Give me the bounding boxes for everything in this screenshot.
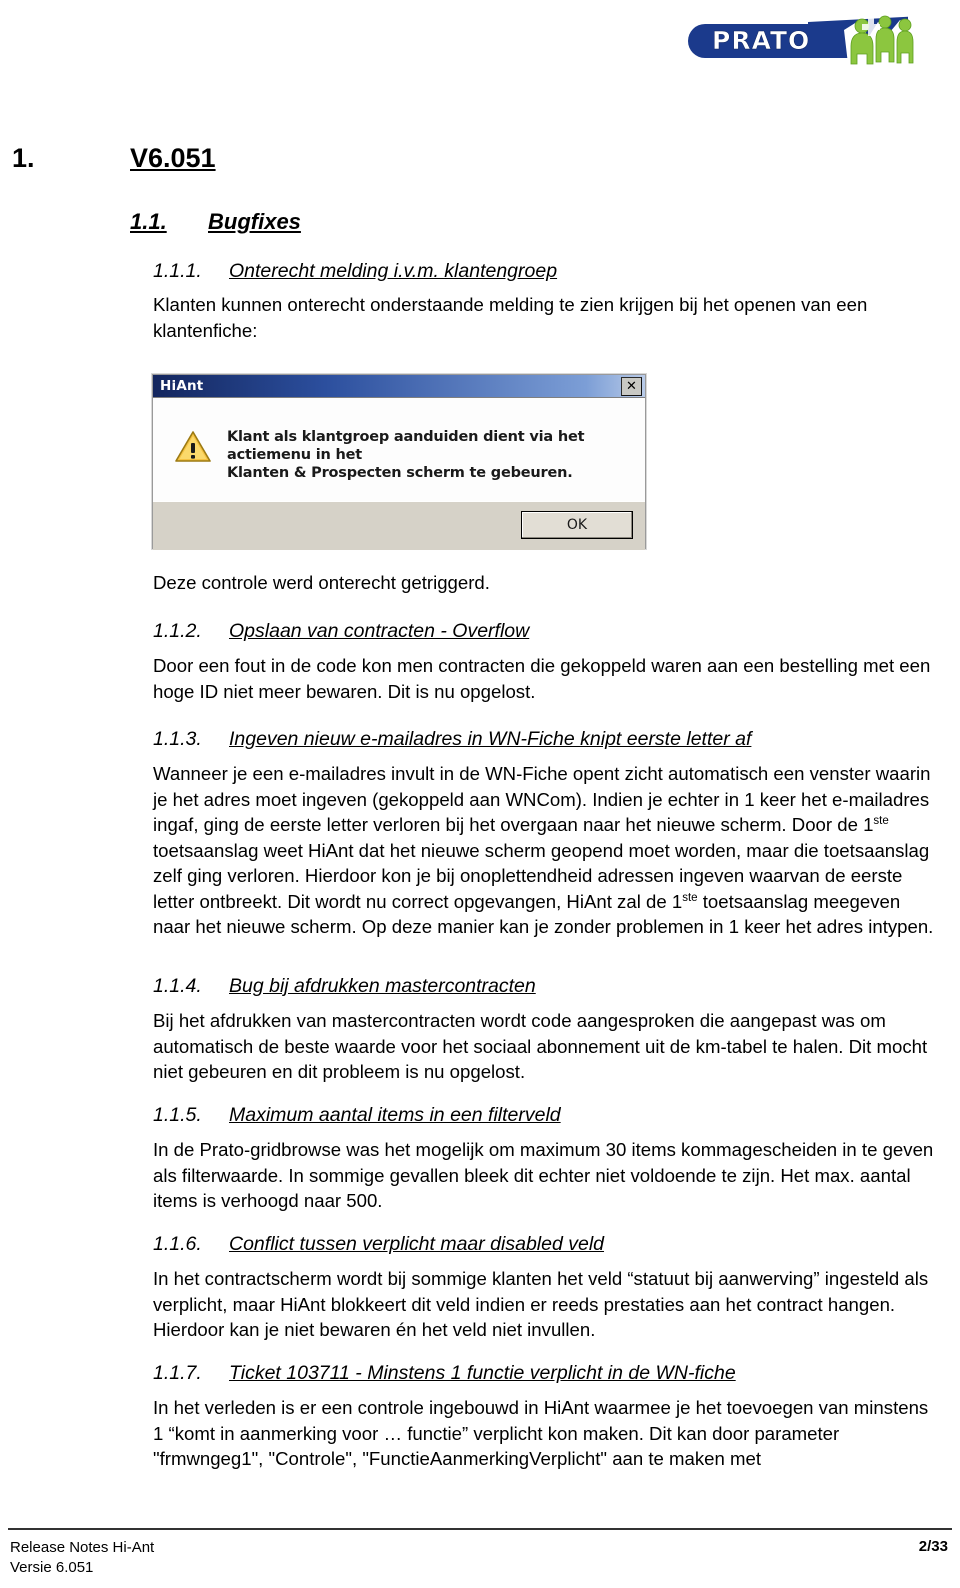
footer-line2: Versie 6.051 xyxy=(10,1559,94,1576)
section-1-1-2-body: Door een fout in de code kon men contrac… xyxy=(153,655,931,702)
logo-wordmark: PRATO xyxy=(712,26,811,56)
section-1-1-4-body: Bij het afdrukken van mastercontracten w… xyxy=(153,1010,928,1082)
dialog-message: Klant als klantgroep aanduiden dient via… xyxy=(227,428,645,482)
heading-section-1-1-4: 1.1.4. Bug bij afdrukken mastercontracten xyxy=(153,975,536,998)
dialog-message-line1: Klant als klantgroep aanduiden dient via… xyxy=(227,429,585,463)
dialog-footer: OK xyxy=(153,501,645,550)
dialog-titlebar: HiAnt ✕ xyxy=(153,375,645,398)
ok-button[interactable]: OK xyxy=(521,511,633,539)
section-1-1-1-body-after: Deze controle werd onterecht getriggerd. xyxy=(153,572,490,593)
heading-level1: 1. V6.051 xyxy=(12,143,216,174)
section-title: Ingeven nieuw e-mailadres in WN-Fiche kn… xyxy=(229,728,752,750)
section-number: 1.1.4. xyxy=(153,975,202,997)
dialog-title: HiAnt xyxy=(160,378,204,394)
heading2-number: 1.1. xyxy=(130,209,167,234)
section-number: 1.1.7. xyxy=(153,1362,202,1384)
superscript-ste-1: ste xyxy=(873,814,889,827)
heading-section-1-1-3: 1.1.3. Ingeven nieuw e-mailadres in WN-Fi… xyxy=(153,728,751,751)
heading-level2: 1.1. Bugfixes xyxy=(130,209,301,235)
section-number: 1.1.3. xyxy=(153,728,202,750)
section-title: Bug bij afdrukken mastercontracten xyxy=(229,975,536,997)
section-title: Conflict tussen verplicht maar disabled … xyxy=(229,1233,605,1255)
prato-logo: PRATO xyxy=(688,10,920,80)
section-1-1-3-body-part1: Wanneer je een e-mailadres invult in de … xyxy=(153,763,931,835)
footer-line1: Release Notes Hi-Ant xyxy=(10,1539,155,1556)
close-icon[interactable]: ✕ xyxy=(621,377,642,396)
section-1-1-5-body: In de Prato-gridbrowse was het mogelijk … xyxy=(153,1139,934,1211)
section-number: 1.1.1. xyxy=(153,260,202,282)
section-number: 1.1.6. xyxy=(153,1233,202,1255)
footer-page-number: 2/33 xyxy=(918,1538,948,1555)
section-title: Maximum aantal items in een filterveld xyxy=(229,1104,561,1126)
section-1-1-7-body: In het verleden is er een controle ingeb… xyxy=(153,1397,929,1469)
warning-triangle-icon xyxy=(175,431,211,462)
heading-section-1-1-1: 1.1.1. Onterecht melding i.v.m. klantengr… xyxy=(153,260,557,283)
heading-section-1-1-7: 1.1.7. Ticket 103711 - Minstens 1 functie… xyxy=(153,1362,736,1385)
section-number: 1.1.2. xyxy=(153,620,202,642)
section-1-1-1-body: Klanten kunnen onterecht onderstaande me… xyxy=(153,294,868,341)
section-1-1-6-body: In het contractscherm wordt bij sommige … xyxy=(153,1268,929,1340)
footer-divider xyxy=(8,1528,952,1530)
superscript-ste-2: ste xyxy=(682,891,698,904)
heading-section-1-1-2: 1.1.2. Opslaan van contracten - Overflow xyxy=(153,620,529,643)
section-title: Onterecht melding i.v.m. klantengroep xyxy=(229,260,558,282)
logo-people-icon xyxy=(844,15,914,65)
section-1-1-3-body: Wanneer je een e-mailadres invult in de … xyxy=(153,761,937,940)
heading1-number: 1. xyxy=(12,143,35,173)
heading-section-1-1-6: 1.1.6. Conflict tussen verplicht maar dis… xyxy=(153,1233,604,1256)
heading2-title: Bugfixes xyxy=(208,209,301,234)
section-title: Opslaan van contracten - Overflow xyxy=(229,620,530,642)
dialog-body: Klant als klantgroep aanduiden dient via… xyxy=(153,398,645,501)
heading1-title: V6.051 xyxy=(130,143,216,173)
section-title: Ticket 103711 - Minstens 1 functie verpl… xyxy=(229,1362,736,1384)
footer-document-label: Release Notes Hi-Ant Versie 6.051 xyxy=(10,1538,154,1578)
section-number: 1.1.5. xyxy=(153,1104,202,1126)
hiant-warning-dialog: HiAnt ✕ Klant als klantgroep aanduiden d… xyxy=(152,374,646,550)
dialog-message-line2: Klanten & Prospecten scherm te gebeuren. xyxy=(227,465,573,481)
heading-section-1-1-5: 1.1.5. Maximum aantal items in een filter… xyxy=(153,1104,561,1127)
